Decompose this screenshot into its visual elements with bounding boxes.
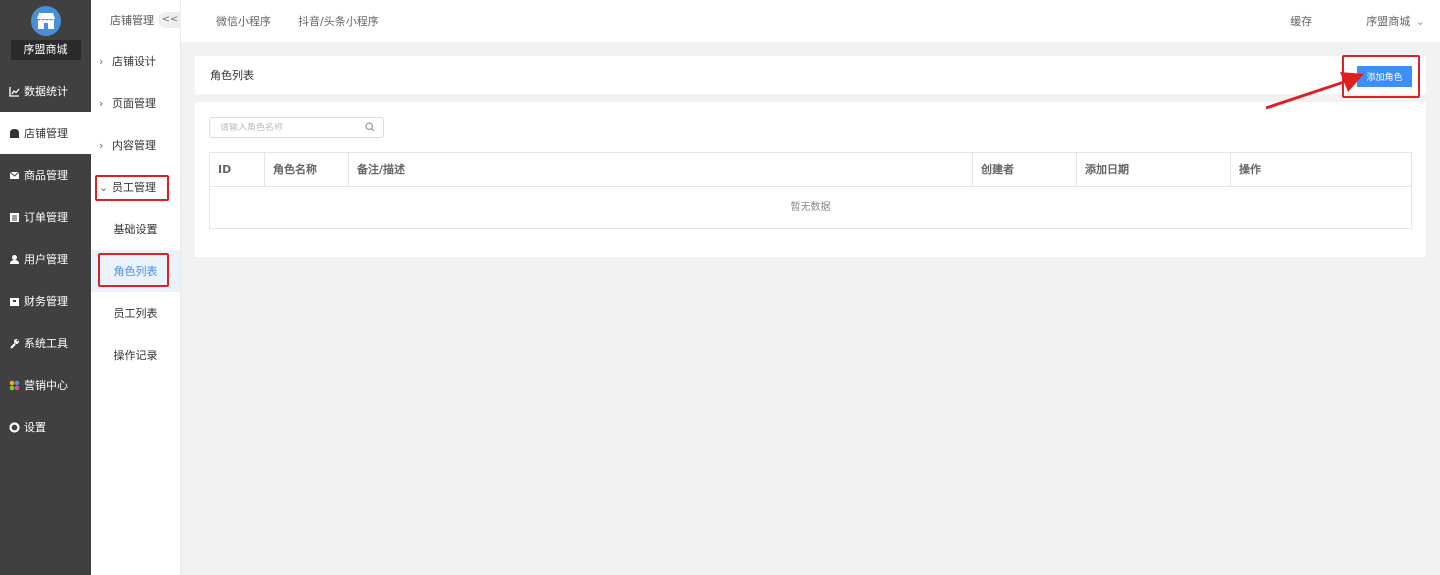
nav-item-marketing[interactable]: 营销中心: [0, 364, 91, 406]
logo-area: 序盟商城: [0, 0, 91, 70]
search-icon[interactable]: [365, 121, 375, 135]
wallet-icon: [8, 295, 20, 307]
top-bar: 微信小程序 抖音/头条小程序 缓存 序盟商城 ⌄: [181, 0, 1440, 42]
page-title: 角色列表: [210, 69, 254, 82]
nav-item-label: 设置: [24, 421, 46, 434]
cache-button[interactable]: 缓存: [1290, 13, 1312, 29]
chart-line-icon: [8, 85, 20, 97]
sub-group-label: 内容管理: [112, 139, 156, 152]
nav-item-label: 系统工具: [24, 337, 68, 350]
gear-icon: [8, 421, 20, 433]
chevron-right-icon: ›: [99, 54, 104, 68]
chevron-right-icon: ›: [99, 96, 104, 110]
nav-item-label: 商品管理: [24, 169, 68, 182]
marketing-icon: [8, 379, 20, 391]
user-icon: [8, 253, 20, 265]
sub-group-staff-manage[interactable]: ⌄ 员工管理: [91, 166, 180, 208]
search-box[interactable]: [209, 117, 384, 138]
column-header-role-name: 角色名称: [265, 153, 349, 187]
sub-group-page-manage[interactable]: › 页面管理: [91, 82, 180, 124]
search-input[interactable]: [220, 122, 365, 133]
sub-sidebar: 店铺管理 << › 店铺设计 › 页面管理 › 内容管理 ⌄ 员工管理 基础设置…: [91, 0, 182, 575]
role-table: ID 角色名称 备注/描述 创建者 添加日期 操作 暂无数据: [209, 152, 1412, 229]
nav-item-label: 订单管理: [24, 211, 68, 224]
nav-item-settings[interactable]: 设置: [0, 406, 91, 448]
column-header-creator: 创建者: [973, 153, 1077, 187]
add-role-button[interactable]: 添加角色: [1357, 66, 1412, 87]
sub-group-label: 店铺设计: [112, 55, 156, 68]
tab-wechat-miniprogram[interactable]: 微信小程序: [216, 13, 271, 29]
nav-item-label: 营销中心: [24, 379, 68, 392]
collapse-sidebar-button[interactable]: <<: [158, 12, 182, 28]
top-right-actions: 缓存 序盟商城 ⌄: [1263, 13, 1440, 29]
column-header-date: 添加日期: [1077, 153, 1231, 187]
sub-item-basic-settings[interactable]: 基础设置: [91, 208, 180, 250]
chevron-down-icon: ⌄: [99, 180, 109, 194]
mail-icon: [8, 169, 20, 181]
nav-item-label: 用户管理: [24, 253, 68, 266]
empty-state-text: 暂无数据: [790, 202, 831, 213]
sub-item-staff-list[interactable]: 员工列表: [91, 292, 180, 334]
nav-item-label: 店铺管理: [24, 127, 68, 140]
main-sidebar: 序盟商城 数据统计 店铺管理 商品管理 订单管理 用户管理 财务管理 系统工具 …: [0, 0, 91, 575]
account-name: 序盟商城: [1366, 15, 1411, 28]
shop-name: 序盟商城: [10, 40, 81, 60]
list-icon: [8, 211, 20, 223]
tab-douyin-miniprogram[interactable]: 抖音/头条小程序: [298, 13, 379, 29]
sub-group-label: 页面管理: [112, 97, 156, 110]
nav-item-label: 数据统计: [24, 85, 68, 98]
column-header-id: ID: [210, 153, 265, 187]
table-header: ID 角色名称 备注/描述 创建者 添加日期 操作: [210, 153, 1411, 187]
nav-item-orders[interactable]: 订单管理: [0, 196, 91, 238]
sub-item-operation-log[interactable]: 操作记录: [91, 334, 180, 376]
role-list-card: ID 角色名称 备注/描述 创建者 添加日期 操作 暂无数据: [195, 102, 1426, 257]
nav-item-tools[interactable]: 系统工具: [0, 322, 91, 364]
nav-item-stats[interactable]: 数据统计: [0, 70, 91, 112]
column-header-actions: 操作: [1239, 163, 1261, 176]
nav-item-store[interactable]: 店铺管理: [0, 112, 91, 154]
chevron-down-icon: ⌄: [1415, 15, 1425, 28]
chevron-right-icon: ›: [99, 138, 104, 152]
nav-item-users[interactable]: 用户管理: [0, 238, 91, 280]
nav-item-finance[interactable]: 财务管理: [0, 280, 91, 322]
store-logo-icon[interactable]: [30, 6, 61, 36]
column-header-remark: 备注/描述: [349, 153, 973, 187]
sub-item-role-list[interactable]: 角色列表: [91, 250, 180, 292]
wrench-icon: [8, 337, 20, 349]
store-icon: [8, 127, 20, 139]
sub-group-store-design[interactable]: › 店铺设计: [91, 40, 180, 82]
account-menu[interactable]: 序盟商城 ⌄: [1339, 13, 1425, 29]
nav-item-goods[interactable]: 商品管理: [0, 154, 91, 196]
nav-item-label: 财务管理: [24, 295, 68, 308]
sub-group-content-manage[interactable]: › 内容管理: [91, 124, 180, 166]
page-title-card: 角色列表: [195, 56, 1426, 94]
sub-group-label: 员工管理: [112, 181, 156, 194]
